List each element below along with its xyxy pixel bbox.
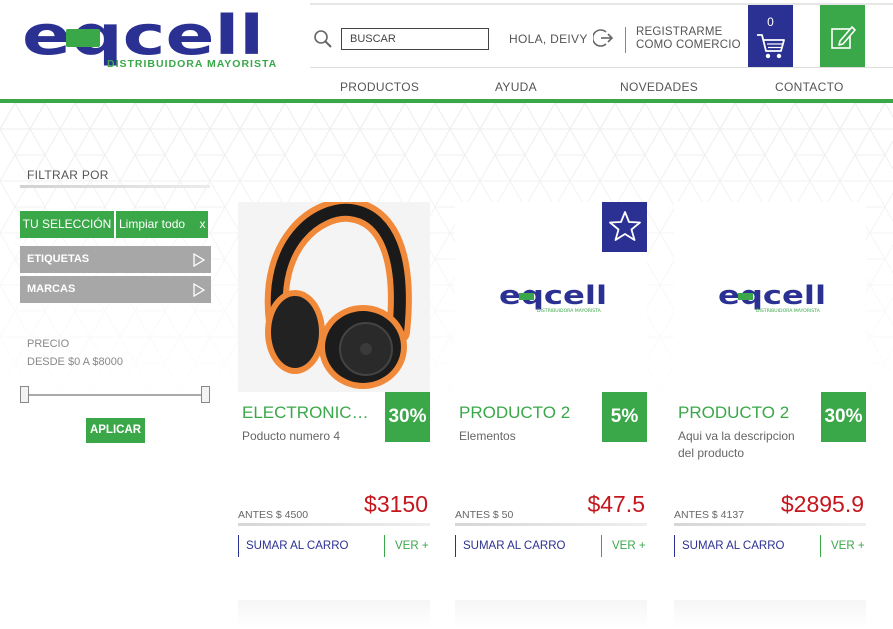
product-title[interactable]: PRODUCTO 2 <box>459 403 594 423</box>
clear-all-label: Limpiar todo <box>119 217 186 231</box>
card-divider <box>455 523 647 526</box>
clear-all-button[interactable]: Limpiar todo <box>116 211 208 238</box>
nav-productos[interactable]: PRODUCTOS <box>340 80 419 94</box>
product-card-next-row <box>674 600 866 629</box>
site-header: eqcell DISTRIBUIDORA MAYORISTA HOLA, DEI… <box>0 0 893 103</box>
view-more-button[interactable]: VER + <box>820 535 866 557</box>
your-selection-chip: TU SELECCIÓN <box>20 211 114 238</box>
view-more-button[interactable]: VER + <box>384 535 430 557</box>
price-slider-track[interactable] <box>24 394 207 396</box>
product-description: Poducto numero 4 <box>242 429 341 443</box>
cart-count: 0 <box>767 15 774 29</box>
search-icon[interactable] <box>313 29 333 49</box>
product-card: eqcell DISTRIBUIDORA MAYORISTA PRODUCTO … <box>455 202 647 562</box>
discount-badge: 30% <box>385 392 430 442</box>
view-more-button[interactable]: VER + <box>601 535 647 557</box>
product-card: ELECTRONICA... 30% Poducto numero 4 ANTE… <box>238 197 430 562</box>
filter-title: FILTRAR POR <box>27 168 109 182</box>
card-logo-wordmark: eqcell <box>499 282 607 311</box>
eqcell-logo-image: eqcell DISTRIBUIDORA MAYORISTA <box>499 282 607 314</box>
card-logo-accent <box>519 293 534 300</box>
card-divider <box>674 523 866 526</box>
favorite-button[interactable] <box>602 202 647 252</box>
add-to-cart-button[interactable]: SUMAR AL CARRO <box>455 535 597 557</box>
discount-badge: 30% <box>821 392 866 442</box>
old-price: ANTES $ 50 <box>455 509 514 521</box>
register-merchant-link[interactable]: REGISTRARME COMO COMERCIO <box>636 26 741 52</box>
filter-etiquetas[interactable]: ETIQUETAS <box>20 246 211 273</box>
card-divider <box>238 523 430 526</box>
old-price: ANTES $ 4137 <box>674 509 745 521</box>
logout-icon[interactable] <box>593 28 613 48</box>
register-divider <box>625 27 626 53</box>
apply-filter-button[interactable]: APLICAR <box>86 418 145 443</box>
logo-subtitle: DISTRIBUIDORA MAYORISTA <box>107 58 278 70</box>
product-description: Aqui va la descripcion del producto <box>678 429 795 460</box>
header-green-rule <box>0 99 893 103</box>
eqcell-logo-image: eqcell DISTRIBUIDORA MAYORISTA <box>718 282 826 314</box>
headphones-image <box>264 197 412 389</box>
add-to-cart-button[interactable]: SUMAR AL CARRO <box>674 535 816 557</box>
nav-novedades[interactable]: NOVEDADES <box>620 80 698 94</box>
product-card-next-row <box>455 600 647 629</box>
old-price: ANTES $ 4500 <box>238 509 309 521</box>
star-icon <box>609 211 641 241</box>
search-input[interactable] <box>341 28 489 50</box>
user-greeting: HOLA, DEIVY <box>509 32 588 46</box>
clear-all-x[interactable]: x <box>197 211 208 238</box>
product-image[interactable] <box>238 197 430 392</box>
edit-button[interactable] <box>820 5 865 68</box>
add-to-cart-button[interactable]: SUMAR AL CARRO <box>238 535 380 557</box>
current-price: $3150 <box>364 491 428 517</box>
filter-marcas-label: MARCAS <box>27 283 76 295</box>
cart-button[interactable]: 0 <box>748 5 793 68</box>
price-slider-min-handle[interactable] <box>20 386 29 403</box>
product-title[interactable]: PRODUCTO 2 <box>678 403 813 423</box>
shopping-cart-icon <box>757 34 785 59</box>
product-image[interactable]: eqcell DISTRIBUIDORA MAYORISTA <box>674 202 866 392</box>
expand-arrow-icon <box>193 283 205 297</box>
filter-marcas[interactable]: MARCAS <box>20 276 211 303</box>
card-logo-subtitle: DISTRIBUIDORA MAYORISTA <box>756 308 821 314</box>
edit-note-icon <box>831 26 856 49</box>
product-image[interactable]: eqcell DISTRIBUIDORA MAYORISTA <box>455 202 647 392</box>
discount-badge: 5% <box>602 392 647 442</box>
nav-contacto[interactable]: CONTACTO <box>775 80 844 94</box>
register-line-2: COMO COMERCIO <box>636 39 741 51</box>
main-nav: PRODUCTOS AYUDA NOVEDADES CONTACTO <box>310 67 893 99</box>
current-price: $2895.9 <box>780 491 864 517</box>
header-top-rule <box>310 3 893 5</box>
product-title[interactable]: ELECTRONICA... <box>242 403 377 423</box>
price-range-text: DESDE $0 A $8000 <box>27 356 124 368</box>
logo-accent <box>66 29 100 47</box>
product-card-next-row <box>238 600 430 629</box>
card-logo-subtitle: DISTRIBUIDORA MAYORISTA <box>537 308 602 314</box>
price-slider-max-handle[interactable] <box>201 386 210 403</box>
product-card: eqcell DISTRIBUIDORA MAYORISTA PRODUCTO … <box>674 202 866 562</box>
card-logo-accent <box>738 293 753 300</box>
filter-etiquetas-label: ETIQUETAS <box>27 253 90 265</box>
register-line-1: REGISTRARME <box>636 26 723 38</box>
card-logo-wordmark: eqcell <box>718 282 826 311</box>
expand-arrow-icon <box>193 253 205 267</box>
filter-divider <box>20 185 210 188</box>
price-filter-label: PRECIO <box>27 338 70 350</box>
nav-ayuda[interactable]: AYUDA <box>495 80 537 94</box>
product-description: Elementos <box>459 429 516 443</box>
current-price: $47.5 <box>587 491 645 517</box>
